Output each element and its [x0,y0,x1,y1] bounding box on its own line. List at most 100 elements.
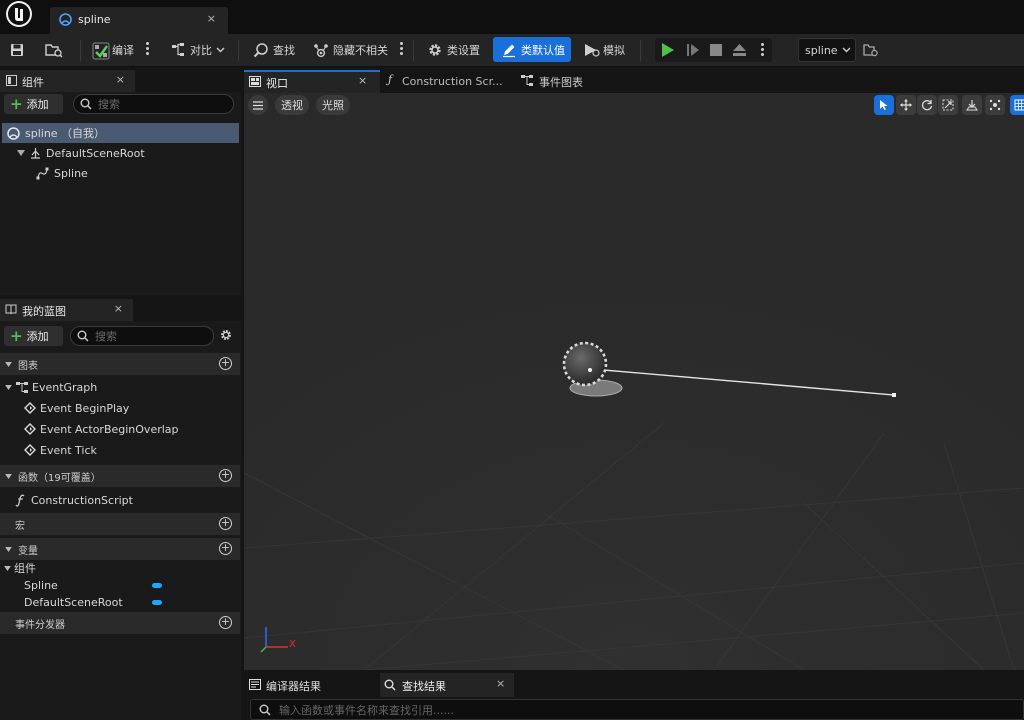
tab-find-results-label: 查找结果 [402,680,446,693]
section-dispatchers-label: 事件分发器 [15,619,65,631]
collapse-arrow-icon [5,384,12,390]
section-event-dispatchers[interactable]: 事件分发器 + [0,612,240,634]
list-item-event[interactable]: Event Tick [0,440,97,460]
tree-item-spline[interactable]: Spline [0,163,88,183]
viewport-canvas[interactable]: 透视 光照 X [244,93,1024,670]
move-tool-icon[interactable] [896,95,916,115]
compile-options-icon[interactable] [146,42,149,56]
hide-unrelated-options-icon[interactable] [400,42,403,56]
viewport-scene [244,93,1024,670]
collapse-arrow-icon [5,361,12,367]
hamburger-icon [253,100,263,110]
close-icon[interactable]: × [114,302,123,315]
add-component-button[interactable]: + 添加 [4,94,63,114]
add-variable-icon[interactable]: + [219,542,232,555]
tab-viewport[interactable]: 视口 × [244,70,380,93]
document-tab-spline[interactable]: spline × [50,7,228,34]
tab-construction-label: Construction Scr... [402,75,503,88]
my-blueprint-panel-tab[interactable]: 我的蓝图 × [0,299,133,321]
grid-snap-icon[interactable] [1010,95,1024,115]
tab-find-results[interactable]: 查找结果 × [380,673,514,697]
simulate-button[interactable]: 模拟 [583,39,625,61]
toolbar-separator [238,40,239,61]
section-functions[interactable]: 函数（19可覆盖） + [0,465,240,487]
tab-event-graph-label: 事件图表 [539,76,583,89]
list-item-label: Event BeginPlay [40,401,130,415]
tab-compiler-results[interactable]: 编译器结果 [244,673,378,697]
play-icon[interactable] [661,42,675,58]
find-references-input[interactable]: 输入函数或事件名称来查找引用...... [250,699,1024,720]
play-options-icon[interactable] [761,43,764,57]
rotate-tool-icon[interactable] [917,95,937,115]
variable-type-pill [152,600,162,605]
collapse-arrow-icon [4,565,11,571]
list-item-event[interactable]: Event ActorBeginOverlap [0,419,179,439]
compile-label: 编译 [112,44,134,57]
world-local-icon[interactable] [985,95,1005,115]
stop-icon[interactable] [710,44,722,56]
list-item-event[interactable]: Event BeginPlay [0,398,129,418]
tab-construction-script[interactable]: ƒ Construction Scr... [383,70,515,93]
plus-icon: + [10,95,23,113]
tab-compiler-results-label: 编译器结果 [266,680,321,693]
add-function-icon[interactable]: + [219,469,232,482]
section-graphs[interactable]: 图表 + [0,353,240,375]
class-settings-button[interactable]: 类设置 [427,39,480,61]
components-panel-tab[interactable]: 组件 × [0,70,135,92]
section-macros[interactable]: 宏 + [0,513,240,535]
scale-tool-icon[interactable] [938,95,958,115]
select-tool-icon[interactable] [874,95,894,115]
diff-label: 对比 [190,44,212,57]
section-graphs-label: 图表 [18,360,38,372]
gear-icon[interactable] [219,328,233,342]
my-blueprint-panel-title: 我的蓝图 [22,305,66,318]
tree-item-self[interactable]: spline （自我） [2,123,239,143]
close-icon[interactable]: × [358,74,367,87]
find-label: 查找 [273,44,295,57]
find-button[interactable]: 查找 [253,39,295,61]
my-blueprint-search-input[interactable]: 搜索 [70,326,214,346]
components-icon [6,75,17,86]
debug-browse-button[interactable] [863,39,879,61]
perspective-button[interactable]: 透视 [275,95,309,115]
diff-icon [170,42,186,58]
save-button[interactable] [9,39,25,61]
list-item-function[interactable]: ConstructionScript [0,490,133,510]
close-icon[interactable]: × [496,677,505,690]
chevron-down-icon [842,47,851,53]
close-icon[interactable]: × [116,73,125,86]
tab-event-graph[interactable]: 事件图表 [521,70,621,93]
debug-object-select[interactable]: spline [798,38,856,62]
viewport-options-button[interactable] [248,95,268,115]
spline-point[interactable] [892,393,896,397]
close-icon[interactable]: × [207,12,216,25]
add-member-button[interactable]: + 添加 [4,326,63,346]
search-icon [259,704,271,716]
variable-label: Spline [24,578,58,592]
lighting-button[interactable]: 光照 [316,95,350,115]
section-variables[interactable]: 变量 + [0,538,240,560]
add-graph-icon[interactable]: + [219,357,232,370]
expand-arrow-icon[interactable] [17,150,25,156]
compile-button[interactable]: 编译 [92,39,134,61]
components-search-input[interactable]: 搜索 [73,94,234,114]
eject-icon[interactable] [732,43,747,57]
advance-frame-icon[interactable] [686,43,700,57]
collapse-arrow-icon [5,473,12,479]
list-item-eventgraph[interactable]: EventGraph [0,377,97,397]
diff-button[interactable]: 对比 [170,39,225,61]
variable-item[interactable]: DefaultSceneRoot [0,592,170,612]
scene-root-icon [29,147,42,160]
tree-item-defaultsceneroot[interactable]: DefaultSceneRoot [0,143,145,163]
add-macro-icon[interactable]: + [219,517,232,530]
list-item-label: Event ActorBeginOverlap [40,422,179,436]
browse-button[interactable] [45,39,63,61]
add-dispatcher-icon[interactable]: + [219,616,232,629]
surface-snapping-icon[interactable] [962,95,982,115]
compiler-results-icon [249,679,261,690]
viewport-icon [249,76,261,87]
class-defaults-button[interactable]: 类默认值 [493,37,571,62]
unreal-logo-icon[interactable] [3,0,37,30]
hide-unrelated-button[interactable]: 隐藏不相关 [313,39,388,61]
actor-sphere-icon[interactable] [564,343,606,385]
